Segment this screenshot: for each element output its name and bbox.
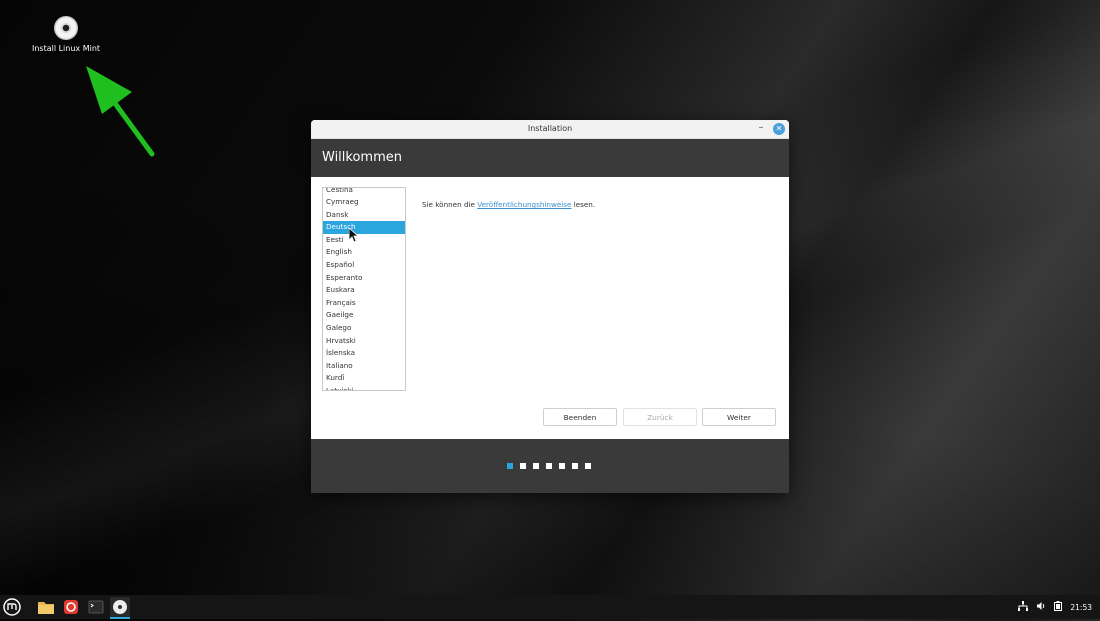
progress-dot xyxy=(533,463,539,469)
language-item[interactable]: Gaeilge xyxy=(323,309,405,322)
language-item[interactable]: Italiano xyxy=(323,360,405,373)
language-item[interactable]: Español xyxy=(323,259,405,272)
install-linux-mint-desktop-icon[interactable]: Install Linux Mint xyxy=(28,16,104,53)
back-button[interactable]: Zurück xyxy=(623,408,697,426)
quit-button[interactable]: Beenden xyxy=(543,408,617,426)
progress-dot xyxy=(585,463,591,469)
language-item[interactable]: Hrvatski xyxy=(323,335,405,348)
system-tray: 21:53 xyxy=(1018,595,1092,619)
page-title: Willkommen xyxy=(311,139,789,177)
language-item[interactable]: Dansk xyxy=(323,209,405,222)
update-manager-launcher[interactable] xyxy=(61,597,81,617)
progress-dot xyxy=(507,463,513,469)
language-item[interactable]: Íslenska xyxy=(323,347,405,360)
clock[interactable]: 21:53 xyxy=(1070,603,1092,612)
language-item[interactable]: Eesti xyxy=(323,234,405,247)
release-notes-text: Sie können die Veröffentlichungshinweise… xyxy=(422,200,596,209)
volume-icon[interactable] xyxy=(1036,601,1046,613)
release-notes-link[interactable]: Veröffentlichungshinweise xyxy=(477,200,571,209)
next-button[interactable]: Weiter xyxy=(702,408,776,426)
progress-dot xyxy=(520,463,526,469)
progress-dot xyxy=(572,463,578,469)
progress-dot xyxy=(559,463,565,469)
language-item[interactable]: Latviski xyxy=(323,385,405,390)
language-item[interactable]: Esperanto xyxy=(323,272,405,285)
terminal-icon xyxy=(88,600,104,614)
language-item[interactable]: English xyxy=(323,246,405,259)
window-titlebar[interactable]: Installation – ✕ xyxy=(311,120,789,139)
installer-taskbar-item[interactable] xyxy=(110,597,130,619)
files-launcher[interactable] xyxy=(36,597,56,617)
language-item[interactable]: Euskara xyxy=(323,284,405,297)
terminal-launcher[interactable] xyxy=(86,597,106,617)
minimize-button[interactable]: – xyxy=(755,120,767,138)
taskbar: 21:53 xyxy=(0,595,1100,619)
language-list[interactable]: Čeština Cymraeg Dansk Deutsch Eesti English Es… xyxy=(322,187,406,391)
update-shield-icon xyxy=(64,600,78,614)
battery-icon[interactable] xyxy=(1054,601,1063,613)
language-item[interactable]: Čeština xyxy=(323,188,405,196)
disc-icon xyxy=(54,16,78,40)
mouse-cursor-icon xyxy=(349,228,359,242)
close-button[interactable]: ✕ xyxy=(773,123,785,135)
mint-menu-button[interactable] xyxy=(2,597,22,617)
language-item[interactable]: Deutsch xyxy=(323,221,405,234)
content-area: Čeština Cymraeg Dansk Deutsch Eesti English Es… xyxy=(311,177,789,439)
disc-icon xyxy=(113,600,127,614)
network-icon[interactable] xyxy=(1018,601,1029,613)
progress-dots xyxy=(507,463,591,469)
language-item[interactable]: Kurdî xyxy=(323,372,405,385)
green-arrow-annotation xyxy=(86,66,155,157)
progress-dot xyxy=(546,463,552,469)
language-item[interactable]: Français xyxy=(323,297,405,310)
folder-icon xyxy=(38,602,54,614)
installer-window: Installation – ✕ Willkommen Čeština Cymra… xyxy=(311,120,789,493)
window-title: Installation xyxy=(527,124,573,133)
progress-footer xyxy=(311,439,789,493)
mint-logo-icon xyxy=(3,598,21,616)
language-item[interactable]: Galego xyxy=(323,322,405,335)
language-item[interactable]: Cymraeg xyxy=(323,196,405,209)
desktop-icon-label: Install Linux Mint xyxy=(31,44,101,53)
